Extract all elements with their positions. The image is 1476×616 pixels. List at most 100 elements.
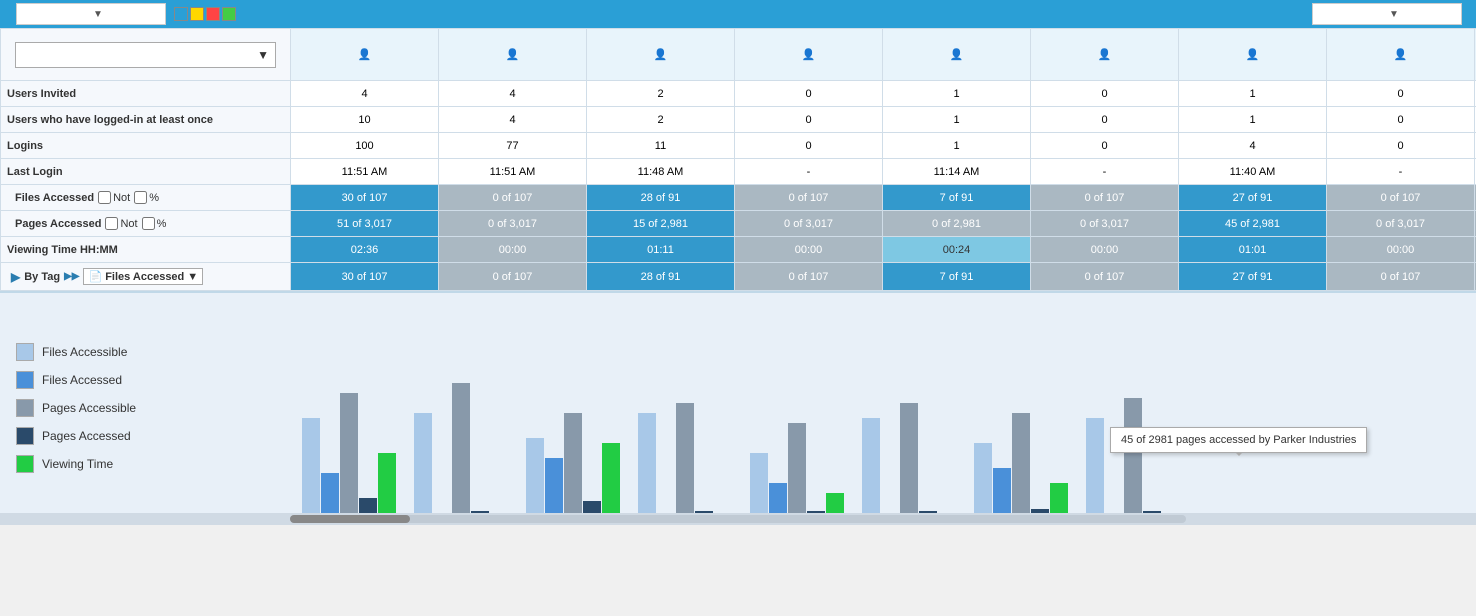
- view-icon-red[interactable]: [206, 7, 220, 21]
- cell-1-2: 2: [587, 107, 735, 133]
- chart-group-5: [854, 403, 964, 513]
- bar-7-0[interactable]: [1086, 418, 1104, 513]
- bar-1-0[interactable]: [414, 413, 432, 513]
- cell-1-1: 4: [439, 107, 587, 133]
- col-goodman[interactable]: 👤: [735, 29, 883, 81]
- cell-0-2: 2: [587, 81, 735, 107]
- bar-2-4[interactable]: [602, 443, 620, 513]
- report-settings-arrow: ▼: [93, 9, 161, 20]
- bar-5-2[interactable]: [900, 403, 918, 513]
- col-all-users[interactable]: 👤: [291, 29, 439, 81]
- cell-6-2: 01:11: [587, 237, 735, 263]
- date-time-dropdown[interactable]: ▼: [1312, 3, 1462, 25]
- cell-1-6: 1: [1179, 107, 1327, 133]
- bar-0-2[interactable]: [340, 393, 358, 513]
- cell-5-5: 0 of 3,017: [1031, 211, 1179, 237]
- chart-section: Files Accessible Files Accessed Pages Ac…: [0, 293, 1476, 513]
- pa-percent-checkbox-label[interactable]: %: [142, 217, 167, 230]
- scrollbar-row: [0, 513, 1476, 525]
- legend-label-0: Files Accessible: [42, 345, 127, 359]
- col-horizon-labs[interactable]: 👤: [883, 29, 1031, 81]
- pa-percent-checkbox[interactable]: [142, 217, 155, 230]
- bar-0-0[interactable]: [302, 418, 320, 513]
- bar-3-2[interactable]: [676, 403, 694, 513]
- bar-6-3[interactable]: [1031, 509, 1049, 513]
- table-row: Files Accessed Not % 30 of 1070 of 10728…: [1, 185, 1476, 211]
- bar-3-3[interactable]: [695, 511, 713, 513]
- cell-4-3: 0 of 107: [735, 185, 883, 211]
- bar-4-3[interactable]: [807, 511, 825, 513]
- col-qa-experts[interactable]: 👤: [1327, 29, 1475, 81]
- cell-4-1: 0 of 107: [439, 185, 587, 211]
- bytag-arrows[interactable]: ▶▶: [64, 271, 79, 282]
- tag-dropdown[interactable]: 📄 Files Accessed ▼: [83, 268, 203, 285]
- cell-7-3: 0 of 107: [735, 263, 883, 291]
- view-icon-green[interactable]: [222, 7, 236, 21]
- bar-2-0[interactable]: [526, 438, 544, 513]
- bar-7-2[interactable]: [1124, 398, 1142, 513]
- scrollbar-track[interactable]: [290, 515, 1186, 523]
- bar-0-3[interactable]: [359, 498, 377, 513]
- cell-4-2: 28 of 91: [587, 185, 735, 211]
- cell-2-2: 11: [587, 133, 735, 159]
- col-administrators[interactable]: 👤: [439, 29, 587, 81]
- col-alchemax[interactable]: 👤: [587, 29, 735, 81]
- pa-not-checkbox[interactable]: [105, 217, 118, 230]
- bar-2-3[interactable]: [583, 501, 601, 513]
- legend-color-0: [16, 343, 34, 361]
- pa-not-checkbox-label[interactable]: Not: [105, 217, 137, 230]
- bar-6-2[interactable]: [1012, 413, 1030, 513]
- cell-5-0: 51 of 3,017: [291, 211, 439, 237]
- bar-0-1[interactable]: [321, 473, 339, 513]
- bar-6-1[interactable]: [993, 468, 1011, 513]
- bar-5-0[interactable]: [862, 418, 880, 513]
- report-settings-dropdown[interactable]: ▼: [16, 3, 166, 25]
- expand-arrow[interactable]: ▶: [11, 270, 20, 284]
- col-horizon-labs-hr[interactable]: 👤: [1031, 29, 1179, 81]
- bar-4-4[interactable]: [826, 493, 844, 513]
- cell-1-0: 10: [291, 107, 439, 133]
- cell-2-4: 1: [883, 133, 1031, 159]
- col-parker-industries[interactable]: 👤: [1179, 29, 1327, 81]
- cell-6-1: 00:00: [439, 237, 587, 263]
- percent-checkbox[interactable]: [134, 191, 147, 204]
- view-icon-1[interactable]: [174, 7, 188, 21]
- cell-7-5: 0 of 107: [1031, 263, 1179, 291]
- scrollbar-thumb[interactable]: [290, 515, 410, 523]
- cell-0-6: 1: [1179, 81, 1327, 107]
- cell-0-0: 4: [291, 81, 439, 107]
- cell-3-4: 11:14 AM: [883, 159, 1031, 185]
- bar-2-2[interactable]: [564, 413, 582, 513]
- bar-1-3[interactable]: [471, 511, 489, 513]
- percent-checkbox-label[interactable]: %: [134, 191, 159, 204]
- legend-item-4: Viewing Time: [16, 455, 274, 473]
- cell-3-5: -: [1031, 159, 1179, 185]
- cell-1-4: 1: [883, 107, 1031, 133]
- date-section: ▼: [1306, 3, 1468, 25]
- bar-4-0[interactable]: [750, 453, 768, 513]
- view-icon-yellow[interactable]: [190, 7, 204, 21]
- bar-3-0[interactable]: [638, 413, 656, 513]
- cell-4-6: 27 of 91: [1179, 185, 1327, 211]
- cell-7-6: 27 of 91: [1179, 263, 1327, 291]
- bytag-label: By Tag: [24, 271, 60, 283]
- table-row: Users who have logged-in at least once10…: [1, 107, 1476, 133]
- bar-7-3[interactable]: [1143, 511, 1161, 513]
- bar-0-4[interactable]: [378, 453, 396, 513]
- groups-header-cell[interactable]: ▼: [1, 29, 291, 81]
- bar-2-1[interactable]: [545, 458, 563, 513]
- bar-6-0[interactable]: [974, 443, 992, 513]
- not-checkbox[interactable]: [98, 191, 111, 204]
- cell-5-6: 45 of 2,981: [1179, 211, 1327, 237]
- bar-1-2[interactable]: [452, 383, 470, 513]
- cell-7-4: 7 of 91: [883, 263, 1031, 291]
- bar-5-3[interactable]: [919, 511, 937, 513]
- not-checkbox-label[interactable]: Not: [98, 191, 130, 204]
- bar-4-2[interactable]: [788, 423, 806, 513]
- row-label-2: Logins: [1, 133, 291, 159]
- groups-dropdown[interactable]: ▼: [15, 42, 276, 68]
- cell-7-7: 0 of 107: [1327, 263, 1475, 291]
- bar-4-1[interactable]: [769, 483, 787, 513]
- cell-5-3: 0 of 3,017: [735, 211, 883, 237]
- bar-6-4[interactable]: [1050, 483, 1068, 513]
